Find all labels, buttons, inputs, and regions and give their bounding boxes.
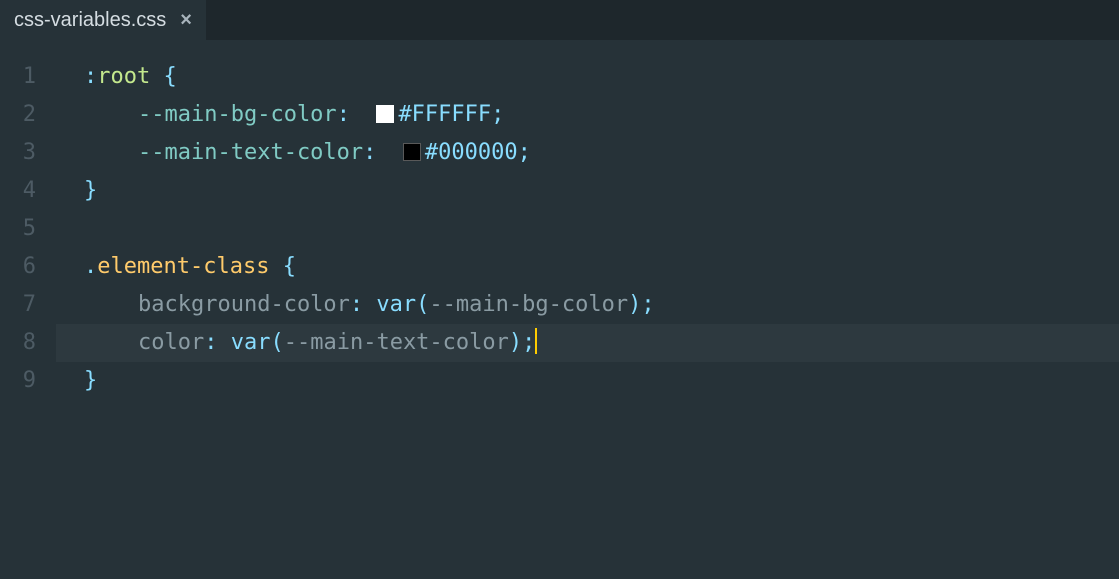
code-area[interactable]: :root { --main-bg-color: #FFFFFF; --main… (56, 40, 1119, 400)
css-paren: ) (628, 292, 641, 317)
css-brace: { (163, 64, 176, 89)
line-number: 4 (0, 172, 56, 210)
css-brace: { (283, 254, 296, 279)
css-colon: : (204, 330, 217, 355)
css-selector: element-class (97, 254, 269, 279)
color-swatch-icon (403, 143, 421, 161)
tab-filename: css-variables.css (14, 9, 166, 32)
css-punct: : (84, 64, 97, 89)
cursor-icon (535, 328, 537, 354)
css-property: --main-bg-color (138, 102, 337, 127)
code-line[interactable]: } (56, 172, 1119, 210)
css-colon: : (363, 140, 376, 165)
css-colon: : (337, 102, 350, 127)
code-line[interactable]: :root { (56, 58, 1119, 96)
css-value: #000000 (425, 140, 518, 165)
line-number: 9 (0, 362, 56, 400)
css-paren: ) (509, 330, 522, 355)
editor[interactable]: 1 2 3 4 5 6 7 8 9 :root { --main-bg-colo… (0, 40, 1119, 400)
css-property: background-color (138, 292, 350, 317)
css-paren: ( (416, 292, 429, 317)
line-number: 1 (0, 58, 56, 96)
line-number: 3 (0, 134, 56, 172)
css-colon: : (350, 292, 363, 317)
css-property: color (138, 330, 204, 355)
line-number: 6 (0, 248, 56, 286)
line-number: 7 (0, 286, 56, 324)
css-property: --main-text-color (138, 140, 363, 165)
line-number: 2 (0, 96, 56, 134)
code-line[interactable] (56, 210, 1119, 248)
css-semi: ; (518, 140, 531, 165)
code-line[interactable]: --main-text-color: #000000; (56, 134, 1119, 172)
css-semi: ; (641, 292, 654, 317)
css-function: var (376, 292, 416, 317)
code-line[interactable]: color: var(--main-text-color); (56, 324, 1119, 362)
css-brace: } (84, 178, 97, 203)
css-paren: ( (270, 330, 283, 355)
css-semi: ; (491, 102, 504, 127)
css-arg: --main-bg-color (429, 292, 628, 317)
close-icon[interactable]: × (180, 10, 192, 30)
gutter: 1 2 3 4 5 6 7 8 9 (0, 40, 56, 400)
file-tab[interactable]: css-variables.css × (0, 0, 206, 40)
code-line[interactable]: .element-class { (56, 248, 1119, 286)
line-number: 8 (0, 324, 56, 362)
css-selector: root (97, 64, 150, 89)
code-line[interactable]: } (56, 362, 1119, 400)
css-value: #FFFFFF (398, 102, 491, 127)
css-brace: } (84, 368, 97, 393)
css-function: var (231, 330, 271, 355)
code-line[interactable]: --main-bg-color: #FFFFFF; (56, 96, 1119, 134)
css-semi: ; (522, 330, 535, 355)
css-arg: --main-text-color (284, 330, 509, 355)
css-punct: . (84, 254, 97, 279)
code-line[interactable]: background-color: var(--main-bg-color); (56, 286, 1119, 324)
tab-bar: css-variables.css × (0, 0, 1119, 40)
line-number: 5 (0, 210, 56, 248)
color-swatch-icon (376, 105, 394, 123)
